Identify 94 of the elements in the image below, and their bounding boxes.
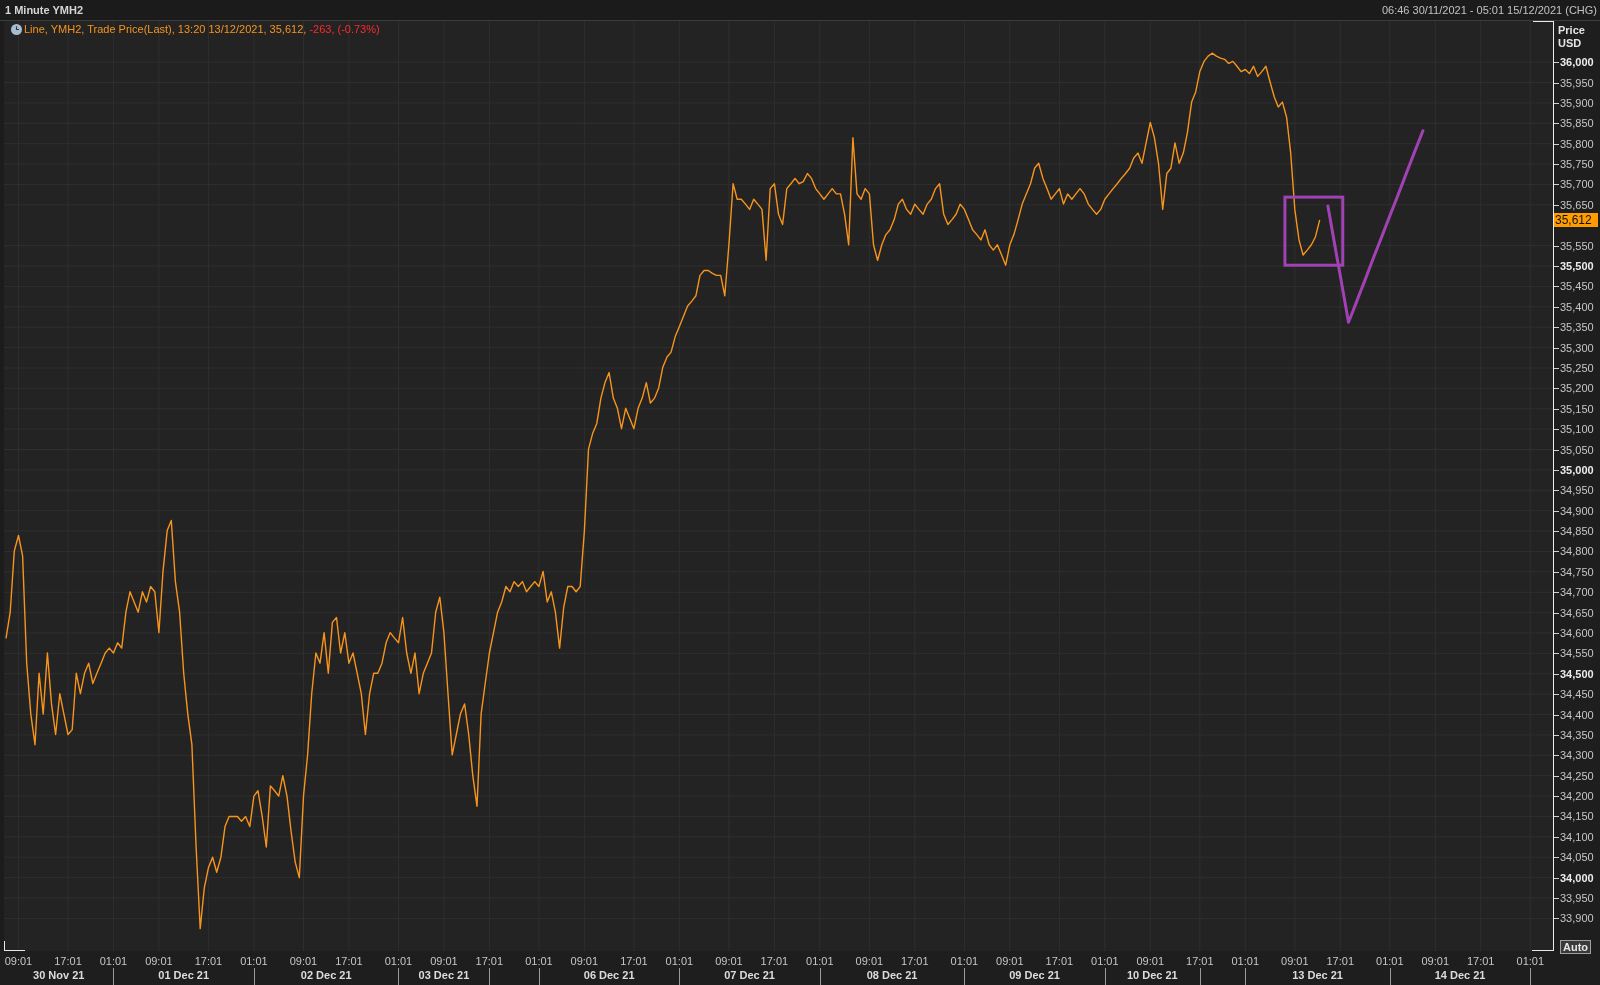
x-axis-label: 01:01 [524, 955, 554, 968]
x-axis-label: 17:01 [474, 955, 505, 968]
clock-icon [11, 24, 22, 35]
x-axis-date-label: 02 Dec 21 [300, 969, 352, 982]
y-axis-label: 35,300 [1560, 341, 1594, 355]
y-axis-label: 34,650 [1560, 606, 1594, 620]
x-axis-label: 01:01 [1230, 955, 1260, 968]
y-axis-label: 34,250 [1560, 769, 1594, 783]
x-axis-label: 01:01 [805, 955, 835, 968]
x-axis-date-label: 01 Dec 21 [158, 969, 210, 982]
x-axis-label: 17:01 [1465, 955, 1496, 968]
x-axis-label: 01:01 [98, 955, 129, 968]
x-axis-label: 17:01 [193, 955, 224, 968]
y-axis-label: 35,650 [1560, 198, 1594, 212]
y-axis-label: 34,750 [1560, 565, 1594, 579]
axis-unit: USD [1558, 37, 1582, 50]
x-axis-label: 09:01 [995, 955, 1025, 968]
x-axis-date-label: 03 Dec 21 [418, 969, 470, 982]
x-axis-label: 17:01 [759, 955, 790, 968]
x-axis-label: 17:01 [334, 955, 364, 968]
x-axis-label: 17:01 [1325, 955, 1356, 968]
x-axis-label: 01:01 [949, 955, 980, 968]
y-axis-label: 34,700 [1560, 586, 1594, 600]
y-axis-label: 35,500 [1560, 260, 1594, 274]
y-axis-label: 35,000 [1560, 463, 1594, 477]
x-axis-date-label: 10 Dec 21 [1126, 969, 1178, 982]
y-axis-label: 35,850 [1560, 117, 1594, 131]
y-axis-label: 35,800 [1560, 137, 1594, 151]
y-axis-label: 35,700 [1560, 178, 1594, 192]
y-axis-label: 35,200 [1560, 382, 1594, 396]
y-axis-label: 34,550 [1560, 647, 1594, 661]
x-axis-label: 09:01 [288, 955, 319, 968]
y-axis-label: 34,950 [1560, 484, 1594, 498]
x-axis-label: 09:01 [569, 955, 600, 968]
y-axis-label: 35,100 [1560, 423, 1594, 437]
x-axis-label: 01:01 [383, 955, 414, 968]
x-axis-label: 17:01 [1185, 955, 1215, 968]
x-axis-label: 09:01 [429, 955, 459, 968]
x-axis-label: 09:01 [3, 955, 34, 968]
y-axis-label: 34,300 [1560, 749, 1594, 763]
y-axis-label: 35,050 [1560, 443, 1594, 457]
x-axis-date-label: 08 Dec 21 [866, 969, 918, 982]
auto-button[interactable]: Auto [1560, 940, 1592, 954]
x-axis-label: 01:01 [664, 955, 695, 968]
y-axis-label: 34,500 [1560, 667, 1594, 681]
x-axis-date-label: 09 Dec 21 [1009, 969, 1060, 982]
x-axis-date-label: 30 Nov 21 [33, 969, 85, 982]
date-range: 06:46 30/11/2021 - 05:01 15/12/2021 (CHG) [1381, 3, 1597, 17]
x-axis-label: 01:01 [239, 955, 269, 968]
y-axis-label: 33,900 [1560, 912, 1594, 926]
y-axis-label: 34,000 [1560, 871, 1594, 885]
x-axis-label: 17:01 [619, 955, 649, 968]
y-axis-label: 35,750 [1560, 158, 1594, 172]
y-axis-label: 34,350 [1560, 728, 1594, 742]
y-axis-label: 34,100 [1560, 830, 1594, 844]
x-axis-label: 01:01 [1375, 955, 1405, 968]
y-axis-label: 35,950 [1560, 76, 1594, 90]
y-axis-label: 35,350 [1560, 321, 1594, 335]
x-axis-label: 01:01 [1515, 955, 1546, 968]
last-price-tag: 35,612 [1554, 213, 1598, 228]
chart-title: 1 Minute YMH2 [5, 3, 84, 17]
y-axis-label: 34,050 [1560, 851, 1594, 865]
x-axis-label: 17:01 [1044, 955, 1075, 968]
y-axis-label: 35,250 [1560, 361, 1594, 375]
x-axis-label: 01:01 [1090, 955, 1120, 968]
x-axis-label: 09:01 [854, 955, 885, 968]
y-axis-label: 35,900 [1560, 96, 1594, 110]
y-axis-label: 34,400 [1560, 708, 1594, 722]
y-axis-label: 34,900 [1560, 504, 1594, 518]
x-axis-date-label: 13 Dec 21 [1292, 969, 1343, 982]
axis-title: Price [1558, 24, 1585, 37]
y-axis-label: 35,150 [1560, 402, 1594, 416]
y-axis-label: 34,150 [1560, 810, 1594, 824]
x-axis-label: 09:01 [1420, 955, 1451, 968]
y-axis-label: 34,800 [1560, 545, 1594, 559]
y-axis-label: 36,000 [1560, 56, 1594, 70]
legend-text: Line, YMH2, Trade Price(Last), 13:20 13/12/2021, 35,612, -263, (-0.73%) [24, 23, 380, 36]
x-axis-label: 09:01 [714, 955, 744, 968]
x-axis-date-label: 06 Dec 21 [583, 969, 635, 982]
x-axis-label: 09:01 [1135, 955, 1165, 968]
y-axis-label: 35,550 [1560, 239, 1594, 253]
y-axis-label: 34,600 [1560, 626, 1594, 640]
x-axis-date-label: 14 Dec 21 [1434, 969, 1486, 982]
x-axis-date-label: 07 Dec 21 [724, 969, 775, 982]
x-axis-label: 17:01 [900, 955, 930, 968]
y-axis-label: 34,200 [1560, 790, 1594, 804]
y-axis-label: 34,450 [1560, 688, 1594, 702]
y-axis-label: 34,850 [1560, 525, 1594, 539]
y-axis-label: 35,400 [1560, 300, 1594, 314]
x-axis-label: 17:01 [53, 955, 83, 968]
x-axis-label: 09:01 [1280, 955, 1310, 968]
y-axis-label: 35,450 [1560, 280, 1594, 294]
y-axis-label: 33,950 [1560, 892, 1594, 905]
x-axis-label: 09:01 [144, 955, 174, 968]
